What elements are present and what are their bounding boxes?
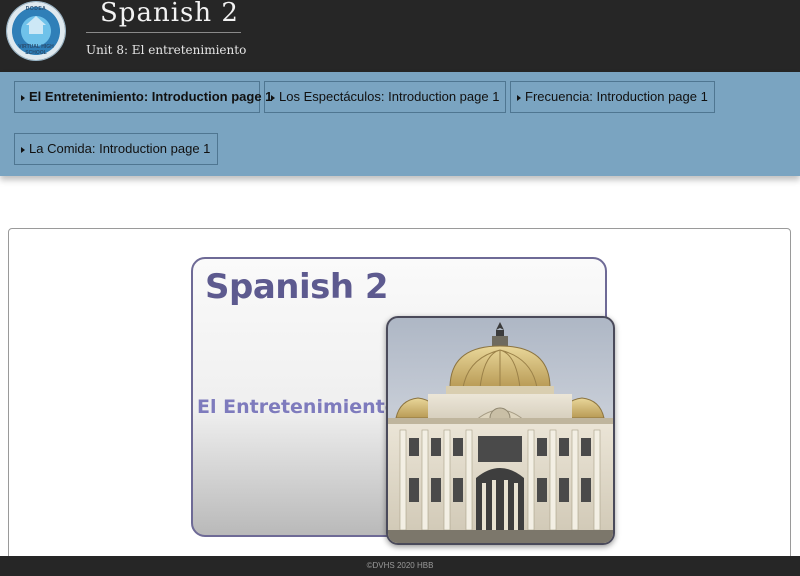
nav-item-comida[interactable]: La Comida: Introduction page 1 [14,133,218,165]
caret-right-icon [271,94,275,101]
copyright-text: ©DVHS 2020 HBB [366,561,434,570]
logo-bottom-text: VIRTUAL HIGH SCHOOL [18,44,54,56]
course-title: Spanish 2 [100,0,239,28]
logo-top-text: DODEA [25,6,47,12]
palacio-bellas-artes-photo [386,316,615,545]
caret-right-icon [21,146,25,153]
caret-right-icon [21,94,25,101]
nav-item-label: Frecuencia: Introduction page 1 [525,89,708,104]
logo-house-icon [29,24,43,34]
nav-item-frecuencia[interactable]: Frecuencia: Introduction page 1 [510,81,715,113]
nav-item-label: El Entretenimiento: Introduction page 1 [29,89,273,104]
caret-right-icon [517,94,521,101]
nav-item-espectaculos[interactable]: Los Espectáculos: Introduction page 1 [264,81,506,113]
building-illustration [388,322,613,543]
unit-title: Unit 8: El entretenimiento [86,43,247,57]
nav-item-label: Los Espectáculos: Introduction page 1 [279,89,500,104]
site-footer: ©DVHS 2020 HBB [0,556,800,576]
banner-subtitle: El Entretenimiento [197,396,398,418]
school-logo[interactable]: DODEA VIRTUAL HIGH SCHOOL [7,2,65,60]
nav-item-label: La Comida: Introduction page 1 [29,141,211,156]
title-divider [86,32,241,33]
site-header: DODEA VIRTUAL HIGH SCHOOL Spanish 2 Unit… [0,0,800,72]
banner-title: Spanish 2 [205,267,389,307]
nav-item-entretenimiento[interactable]: El Entretenimiento: Introduction page 1 [14,81,272,113]
lesson-nav: El Entretenimiento: Introduction page 1 … [0,72,800,176]
